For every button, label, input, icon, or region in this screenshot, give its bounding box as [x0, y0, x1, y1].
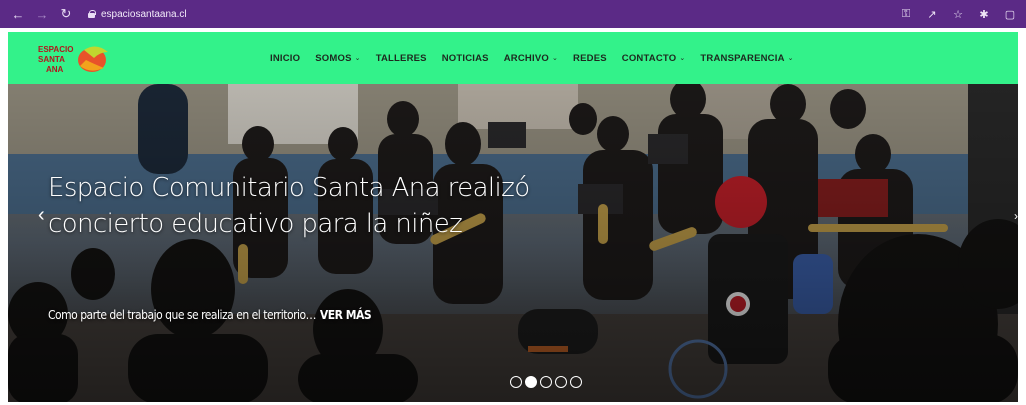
reload-icon[interactable]: ↻ — [56, 4, 76, 24]
slider-dot[interactable] — [555, 376, 567, 388]
menu-item-label: ARCHIVO — [503, 52, 549, 64]
chevron-down-icon: ⌄ — [679, 55, 686, 62]
arrow-left-icon[interactable]: ← — [8, 4, 28, 24]
espacio-santa-ana-logo[interactable]: ESPACIO SANTA ANA — [34, 40, 114, 76]
svg-text:SANTA: SANTA — [38, 55, 65, 64]
menu-item-somos[interactable]: SOMOS ⌄ — [315, 53, 360, 64]
menu-item-contacto[interactable]: CONTACTO ⌄ — [622, 53, 686, 64]
svg-text:ESPACIO: ESPACIO — [38, 45, 73, 54]
read-more-link[interactable]: VER MÁS — [320, 308, 372, 322]
chevron-down-icon: ⌄ — [354, 55, 361, 62]
menu-item-label: TRANSPARENCIA — [700, 52, 785, 64]
menu-item-transparencia[interactable]: TRANSPARENCIA ⌄ — [700, 53, 793, 64]
key-icon[interactable]: ⚿ — [898, 4, 914, 24]
browser-actions: ⚿ ↗ ☆ ✱ ▢ — [898, 4, 1018, 24]
menu-item-talleres[interactable]: TALLERES — [376, 53, 427, 64]
menu-item-label: SOMOS — [315, 52, 352, 64]
menu-item-label: NOTICIAS — [441, 52, 489, 64]
sidepanel-icon[interactable]: ▢ — [1002, 4, 1018, 24]
svg-text:ANA: ANA — [46, 65, 64, 74]
menu-item-inicio[interactable]: INICIO — [270, 53, 300, 64]
browser-nav: ← → ↻ espaciosantaana.cl — [0, 4, 187, 24]
hero-title: Espacio Comunitario Santa Ana realizó co… — [48, 173, 530, 239]
chevron-down-icon: ⌄ — [787, 55, 794, 62]
menu-item-redes[interactable]: REDES — [573, 53, 607, 64]
arrow-right-icon[interactable]: → — [32, 4, 52, 24]
menu-item-label: REDES — [573, 52, 607, 64]
star-icon[interactable]: ☆ — [950, 4, 966, 24]
hero-photo — [8, 84, 1018, 402]
menu-item-label: CONTACTO — [621, 52, 677, 64]
menu-item-label: TALLERES — [375, 52, 427, 64]
hero-slider: ‹ › Espacio Comunitario Santa Ana realiz… — [8, 84, 1018, 402]
browser-toolbar: ← → ↻ espaciosantaana.cl ⚿ ↗ ☆ ✱ ▢ — [0, 0, 1026, 28]
slider-dot[interactable] — [510, 376, 522, 388]
puzzle-icon[interactable]: ✱ — [976, 4, 992, 24]
hero-excerpt-text: Como parte del trabajo que se realiza en… — [48, 308, 316, 322]
menu-item-noticias[interactable]: NOTICIAS — [442, 53, 489, 64]
slider-prev-arrow[interactable]: ‹ — [38, 204, 45, 227]
address-bar[interactable]: espaciosantaana.cl — [88, 9, 187, 20]
slider-dot[interactable] — [540, 376, 552, 388]
chevron-down-icon: ⌄ — [551, 55, 559, 62]
site-header: ESPACIO SANTA ANA INICIO SOMOS ⌄ TALLERES NO… — [8, 32, 1018, 84]
menu-item-archivo[interactable]: ARCHIVO ⌄ — [504, 53, 558, 64]
url-text[interactable]: espaciosantaana.cl — [101, 9, 187, 20]
slider-dot[interactable] — [525, 376, 537, 388]
main-menu: INICIO SOMOS ⌄ TALLERES NOTICIAS ARCHIVO ⌄ REDE… — [270, 32, 794, 84]
slider-next-arrow[interactable]: › — [1014, 209, 1018, 223]
menu-item-label: INICIO — [270, 52, 301, 64]
slider-dot[interactable] — [570, 376, 582, 388]
hero-excerpt: Como parte del trabajo que se realiza en… — [48, 308, 372, 322]
lock-icon[interactable] — [88, 10, 96, 18]
slider-dots — [510, 376, 582, 388]
share-icon[interactable]: ↗ — [924, 4, 940, 24]
